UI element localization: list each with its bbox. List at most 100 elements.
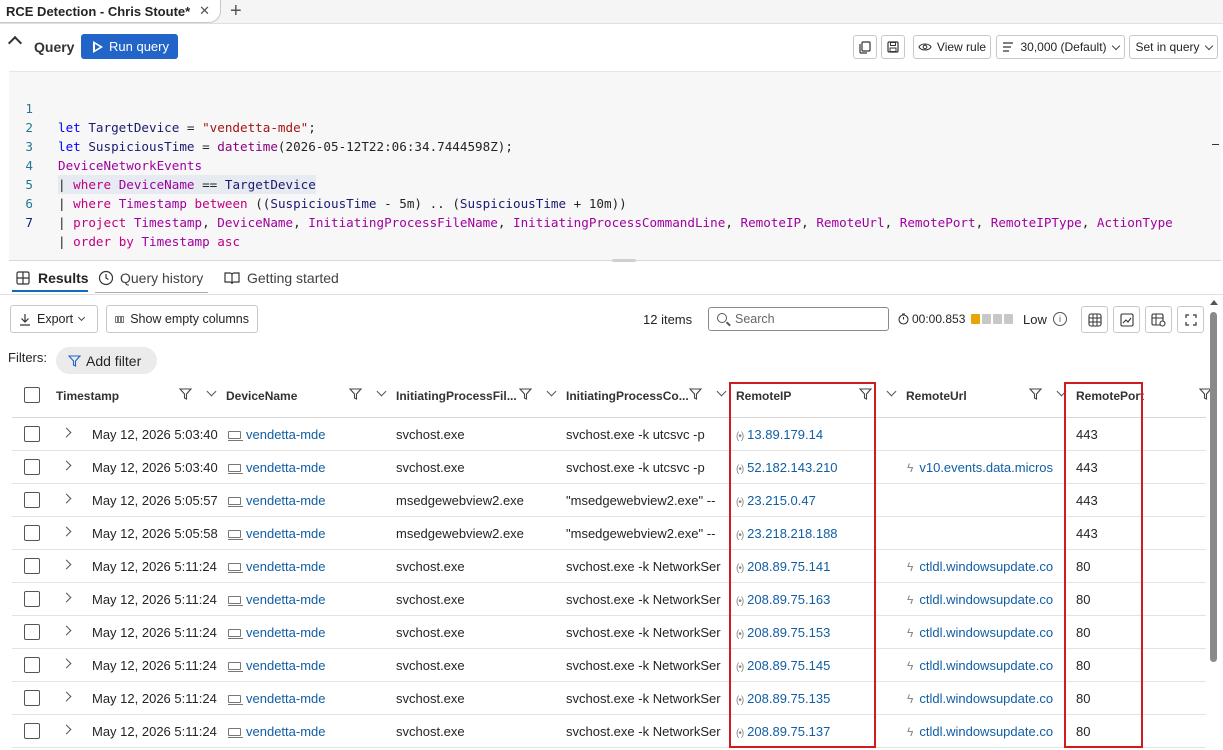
device-name-cell[interactable]: vendetta-mde (228, 526, 388, 541)
add-filter-button[interactable]: Add filter (56, 347, 157, 374)
query-tab[interactable]: RCE Detection - Chris Stoute* ✕ (0, 0, 221, 23)
scrollbar-thumb[interactable] (1210, 312, 1217, 662)
scroll-up-icon[interactable] (1210, 300, 1218, 305)
column-filter-icon[interactable] (1028, 388, 1043, 402)
add-tab-icon[interactable]: + (230, 0, 242, 22)
device-name-cell[interactable]: vendetta-mde (228, 691, 388, 706)
query-editor[interactable]: 1 let TargetDevice = "vendetta-mde"; 2 l… (9, 71, 1221, 262)
row-checkbox[interactable] (24, 525, 40, 541)
remote-url-cell[interactable]: ϟ ctldl.windowsupdate.co (907, 691, 1064, 706)
column-header-remoteport[interactable]: RemotePort (1076, 380, 1144, 412)
row-checkbox[interactable] (24, 624, 40, 640)
resource-level: Low (1023, 312, 1047, 327)
timestamp-cell: May 12, 2026 5:05:57 (92, 493, 218, 508)
vertical-scrollbar[interactable] (1209, 300, 1219, 750)
lightning-icon: ϟ (907, 626, 914, 640)
lightning-icon: ϟ (907, 461, 914, 475)
remote-url-cell[interactable]: ϟ ctldl.windowsupdate.co (907, 625, 1064, 640)
row-checkbox[interactable] (24, 492, 40, 508)
column-header-initiatingprocesscommandline[interactable]: InitiatingProcessCo... (566, 380, 689, 412)
column-menu-chevron-icon[interactable] (206, 386, 217, 397)
remote-ip-cell[interactable]: (•) 52.182.143.210 (736, 460, 872, 475)
broadcast-icon: (•) (736, 728, 744, 739)
save-button[interactable] (881, 35, 905, 59)
tab-getting-started[interactable]: Getting started (224, 270, 339, 286)
grid-view-button[interactable] (1081, 306, 1108, 333)
lightning-icon: ϟ (907, 725, 914, 739)
time-range-dropdown[interactable]: Set in query (1129, 35, 1218, 59)
lightning-icon: ϟ (907, 659, 914, 673)
export-label: Export (37, 312, 74, 326)
column-filter-icon[interactable] (518, 388, 533, 402)
column-menu-chevron-icon[interactable] (546, 386, 557, 397)
fullscreen-button[interactable] (1177, 306, 1204, 333)
remote-url-cell[interactable]: ϟ ctldl.windowsupdate.co (907, 559, 1064, 574)
remote-url-cell[interactable]: ϟ ctldl.windowsupdate.co (907, 592, 1064, 607)
remote-url-cell[interactable]: ϟ ctldl.windowsupdate.co (907, 724, 1064, 739)
lightning-icon: ϟ (907, 692, 914, 706)
column-header-timestamp[interactable]: Timestamp (56, 380, 119, 412)
column-filter-icon[interactable] (688, 388, 703, 402)
row-checkbox[interactable] (24, 690, 40, 706)
row-checkbox[interactable] (24, 558, 40, 574)
device-name-cell[interactable]: vendetta-mde (228, 592, 388, 607)
remote-ip-cell[interactable]: (•) 13.89.179.14 (736, 427, 872, 442)
remote-ip-cell[interactable]: (•) 23.215.0.47 (736, 493, 872, 508)
run-query-button[interactable]: Run query (81, 34, 178, 59)
laptop-icon (228, 497, 243, 507)
export-button[interactable]: Export (10, 305, 98, 333)
row-checkbox[interactable] (24, 459, 40, 475)
remote-ip-text: 52.182.143.210 (747, 460, 838, 475)
row-checkbox[interactable] (24, 591, 40, 607)
column-header-remoteip[interactable]: RemoteIP (736, 380, 791, 412)
chevron-up-icon[interactable] (7, 35, 23, 51)
device-name-cell[interactable]: vendetta-mde (228, 460, 388, 475)
select-all-checkbox[interactable] (24, 387, 40, 403)
column-menu-chevron-icon[interactable] (376, 386, 387, 397)
chart-view-button[interactable] (1113, 306, 1140, 333)
device-name-cell[interactable]: vendetta-mde (228, 724, 388, 739)
column-header-initiatingprocessfilename[interactable]: InitiatingProcessFil... (396, 380, 517, 412)
timestamp-cell: May 12, 2026 5:05:58 (92, 526, 218, 541)
result-limit-dropdown[interactable]: 30,000 (Default) (996, 35, 1125, 59)
process-command-cell: "msedgewebview2.exe" -- (566, 526, 716, 541)
search-input[interactable]: Search (708, 307, 889, 331)
remote-ip-cell[interactable]: (•) 208.89.75.145 (736, 658, 872, 673)
remote-url-cell[interactable]: ϟ ctldl.windowsupdate.co (907, 658, 1064, 673)
column-filter-icon[interactable] (858, 388, 873, 402)
editor-resize-handle[interactable] (612, 259, 636, 262)
remote-ip-cell[interactable]: (•) 208.89.75.141 (736, 559, 872, 574)
column-menu-chevron-icon[interactable] (886, 386, 897, 397)
remote-ip-cell[interactable]: (•) 208.89.75.163 (736, 592, 872, 607)
column-filter-icon[interactable] (178, 388, 193, 402)
device-name-cell[interactable]: vendetta-mde (228, 559, 388, 574)
view-rule-button[interactable]: View rule (913, 35, 991, 59)
process-file-cell: msedgewebview2.exe (396, 526, 524, 541)
column-header-devicename[interactable]: DeviceName (226, 380, 297, 412)
copy-button[interactable] (853, 35, 877, 59)
column-menu-chevron-icon[interactable] (1056, 386, 1067, 397)
tab-results[interactable]: Results (16, 270, 89, 286)
info-icon[interactable]: i (1053, 312, 1067, 326)
remote-ip-cell[interactable]: (•) 208.89.75.137 (736, 724, 872, 739)
customize-columns-button[interactable] (1145, 306, 1172, 333)
device-name-cell[interactable]: vendetta-mde (228, 658, 388, 673)
row-checkbox[interactable] (24, 723, 40, 739)
column-header-remoteurl[interactable]: RemoteUrl (906, 380, 967, 412)
remote-ip-cell[interactable]: (•) 23.218.218.188 (736, 526, 872, 541)
column-menu-chevron-icon[interactable] (716, 386, 727, 397)
device-name-cell[interactable]: vendetta-mde (228, 625, 388, 640)
row-checkbox[interactable] (24, 426, 40, 442)
timestamp-cell: May 12, 2026 5:11:24 (92, 724, 217, 739)
tab-query-history[interactable]: Query history (98, 270, 203, 286)
show-empty-columns-button[interactable]: Show empty columns (106, 305, 258, 333)
device-name-cell[interactable]: vendetta-mde (228, 493, 388, 508)
device-name-cell[interactable]: vendetta-mde (228, 427, 388, 442)
remote-ip-cell[interactable]: (•) 208.89.75.153 (736, 625, 872, 640)
remote-url-cell[interactable]: ϟ v10.events.data.micros (907, 460, 1064, 475)
row-checkbox[interactable] (24, 657, 40, 673)
broadcast-icon: (•) (736, 563, 744, 574)
column-filter-icon[interactable] (348, 388, 363, 402)
remote-ip-cell[interactable]: (•) 208.89.75.135 (736, 691, 872, 706)
close-icon[interactable]: ✕ (199, 3, 210, 19)
